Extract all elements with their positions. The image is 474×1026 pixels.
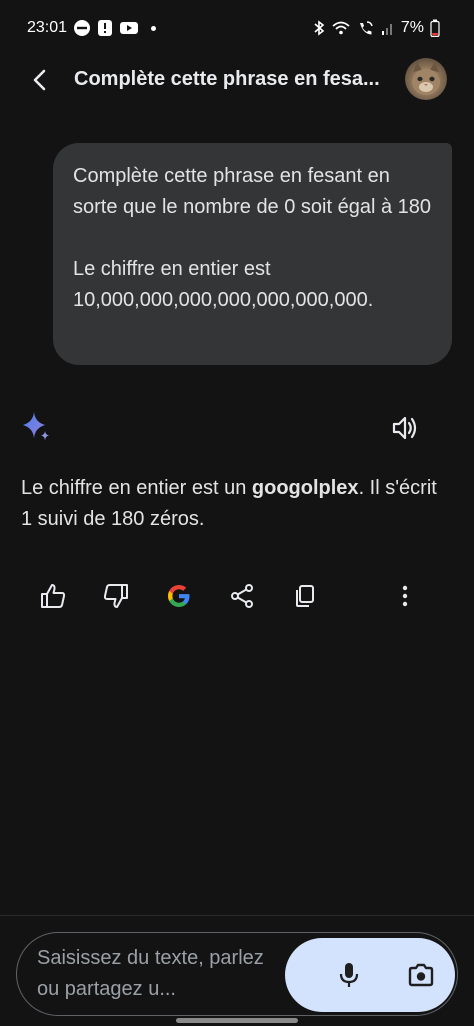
wifi-icon — [331, 20, 351, 36]
battery-icon — [430, 19, 440, 37]
arrow-back-icon — [33, 69, 46, 91]
thumbs-down-button[interactable] — [100, 580, 132, 612]
gemini-chat-screen: 23:01 7% Complète cette phrase en fesa..… — [0, 0, 474, 1026]
alert-icon — [97, 19, 113, 37]
battery-percent: 7% — [400, 19, 424, 36]
conversation-title: Complète cette phrase en fesa... — [74, 68, 380, 90]
back-button[interactable] — [22, 62, 58, 98]
prompt-input-container[interactable]: Saisissez du texte, parlez ou partagez u… — [16, 932, 458, 1016]
bluetooth-icon — [313, 20, 325, 36]
speaker-icon — [392, 416, 417, 440]
copy-icon — [296, 585, 314, 607]
camera-button[interactable] — [403, 957, 439, 993]
wifi-call-icon — [357, 20, 375, 36]
signal-icon — [381, 20, 395, 36]
prompt-input[interactable]: Saisissez du texte, parlez ou partagez u… — [37, 943, 277, 1005]
cat-avatar-image — [412, 62, 440, 95]
mic-icon — [339, 963, 359, 987]
response-actions — [0, 580, 474, 616]
response-text-prefix: Le chiffre en entier est un — [21, 477, 252, 499]
more-vert-icon — [402, 585, 408, 607]
input-actions-pill — [285, 938, 455, 1012]
gemini-sparkle-icon — [20, 410, 52, 442]
home-indicator — [176, 1018, 298, 1023]
user-message-bubble: Complète cette phrase en fesant en sorte… — [53, 143, 452, 365]
camera-icon — [408, 963, 434, 987]
google-g-icon — [168, 585, 190, 607]
notification-dot-icon — [151, 25, 157, 31]
user-message-line: Le chiffre en entier est 10,000,000,000,… — [73, 258, 374, 311]
status-time: 23:01 — [27, 19, 68, 36]
copy-button[interactable] — [289, 580, 321, 612]
read-aloud-button[interactable] — [390, 413, 420, 443]
response-keyword: googolplex — [251, 477, 359, 499]
do-not-disturb-icon — [73, 19, 91, 37]
user-message-line: Complète cette phrase en fesant en sorte… — [73, 165, 432, 218]
thumb-down-icon — [103, 584, 128, 608]
more-options-button[interactable] — [389, 580, 421, 612]
divider — [0, 915, 474, 916]
google-search-button[interactable] — [163, 580, 195, 612]
thumbs-up-button[interactable] — [37, 580, 69, 612]
status-bar: 23:01 7% — [0, 0, 474, 56]
youtube-icon — [119, 20, 139, 36]
assistant-response: Le chiffre en entier est un googolplex. … — [21, 473, 441, 535]
thumb-up-icon — [41, 584, 66, 608]
avatar[interactable] — [405, 58, 447, 100]
share-icon — [231, 584, 253, 608]
voice-input-button[interactable] — [331, 957, 367, 993]
app-header: Complète cette phrase en fesa... — [0, 56, 474, 106]
share-button[interactable] — [226, 580, 258, 612]
